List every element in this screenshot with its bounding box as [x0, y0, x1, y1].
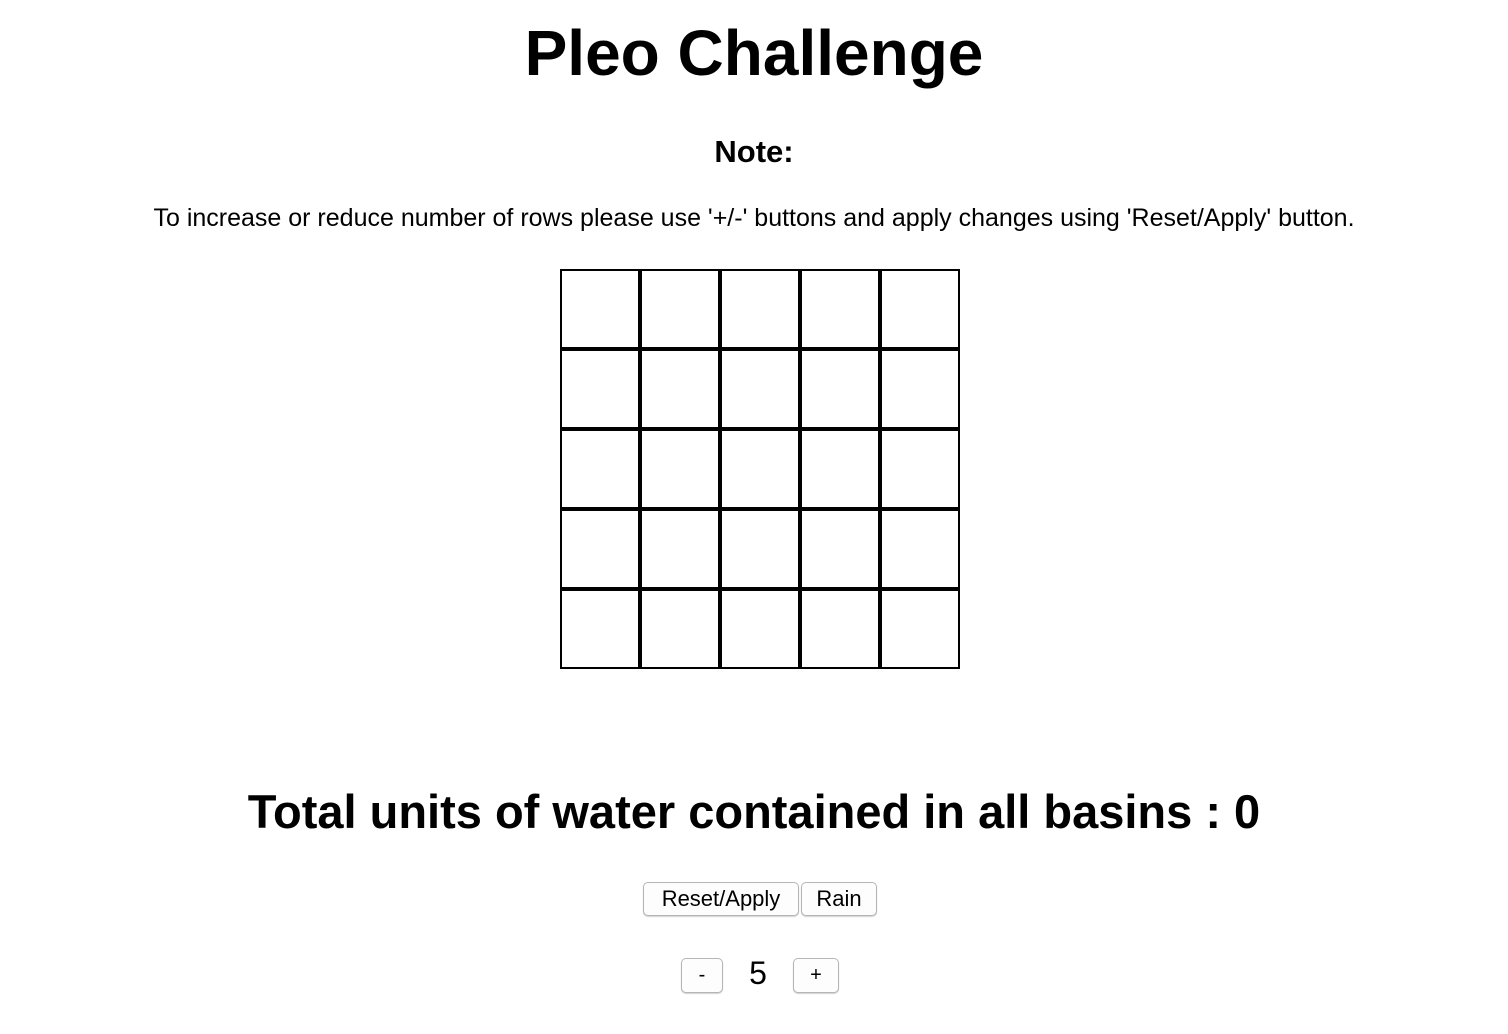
grid-cell[interactable] [720, 429, 800, 509]
grid-cell[interactable] [880, 269, 960, 349]
grid-cell[interactable] [880, 589, 960, 669]
grid-cell[interactable] [720, 589, 800, 669]
grid-cell[interactable] [800, 429, 880, 509]
grid-cell[interactable] [560, 589, 640, 669]
grid-cell[interactable] [880, 429, 960, 509]
grid-cell[interactable] [640, 589, 720, 669]
grid-cell[interactable] [640, 269, 720, 349]
decrease-rows-button[interactable]: - [681, 958, 723, 993]
note-text: To increase or reduce number of rows ple… [153, 204, 1355, 232]
grid-cell[interactable] [880, 349, 960, 429]
grid-cell[interactable] [800, 349, 880, 429]
grid-cell[interactable] [560, 429, 640, 509]
grid-cell[interactable] [800, 509, 880, 589]
grid-cell[interactable] [800, 589, 880, 669]
grid-cell[interactable] [720, 349, 800, 429]
rain-button[interactable]: Rain [801, 882, 877, 916]
grid-cell[interactable] [560, 509, 640, 589]
grid-cell[interactable] [880, 509, 960, 589]
total-water-label: Total units of water contained in all ba… [247, 785, 1261, 838]
note-heading: Note: [714, 134, 794, 169]
increase-rows-button[interactable]: + [793, 958, 839, 993]
grid-cell[interactable] [560, 269, 640, 349]
reset-apply-button[interactable]: Reset/Apply [643, 882, 799, 916]
grid-cell[interactable] [640, 429, 720, 509]
basin-grid [560, 269, 960, 669]
page-title: Pleo Challenge [524, 17, 984, 89]
grid-cell[interactable] [800, 269, 880, 349]
row-count-value: 5 [749, 955, 767, 991]
grid-cell[interactable] [640, 509, 720, 589]
grid-cell[interactable] [720, 269, 800, 349]
grid-cell[interactable] [720, 509, 800, 589]
grid-cell[interactable] [640, 349, 720, 429]
grid-cell[interactable] [560, 349, 640, 429]
